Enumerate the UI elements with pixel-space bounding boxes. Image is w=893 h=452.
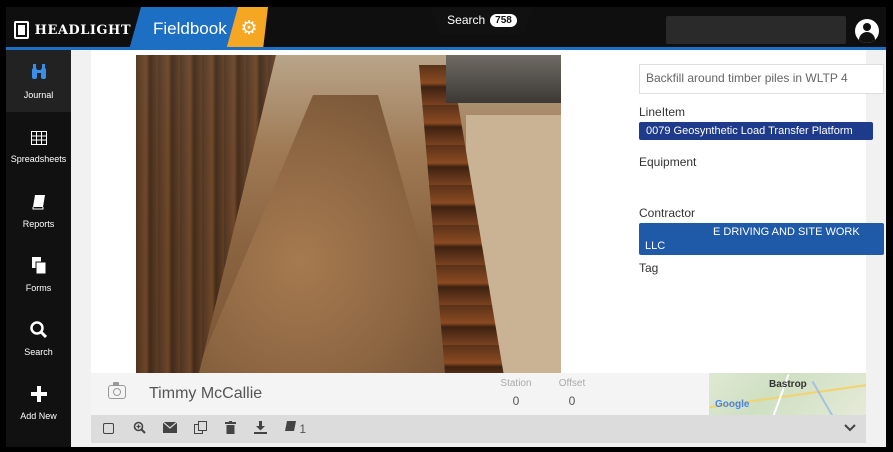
forms-icon [31,257,46,277]
contractor-name-line1: E DRIVING AND SITE WORK [713,226,860,238]
lineitem-label: LineItem [639,105,686,119]
trash-icon[interactable] [225,421,236,438]
search-tab-label: Search [447,13,486,27]
sidebar-item-journal[interactable]: Journal [6,50,71,112]
map-river [811,380,839,415]
search-results-tab[interactable]: Search 758 [430,7,534,33]
offset-value: 0 [568,394,576,408]
zoom-icon[interactable] [133,421,146,438]
lineitem-badge[interactable]: 0079 Geosynthetic Load Transfer Platform [639,122,873,140]
station-meta: Station 0 [491,378,541,408]
sidebar-item-reports[interactable]: Reports [6,180,71,242]
entry-photo[interactable] [136,55,561,373]
gear-icon: ⚙ [240,18,258,39]
headlight-logo[interactable]: HEADLIGHT [14,15,131,45]
search-icon [30,321,48,341]
entry-footer: Timmy McCallie Station 0 Offset 0 Bastro… [91,373,866,415]
select-checkbox[interactable] [103,423,114,434]
google-logo: Google [715,399,750,410]
chevron-down-icon[interactable] [844,420,856,435]
contractor-name-line2: LLC [645,240,666,252]
tag-label: Tag [639,261,659,275]
description-field[interactable]: Backfill around timber piles in WLTP 4 [639,64,884,94]
user-icon-body [859,32,875,43]
book-icon [32,194,46,213]
sidebar-label-journal: Journal [23,89,54,100]
sidebar: Journal Spreadsheets Reports Forms Searc… [6,50,71,447]
sidebar-label-forms: Forms [25,283,52,293]
station-label: Station [500,378,532,389]
offset-label: Offset [558,378,586,389]
sidebar-item-search[interactable]: Search [6,308,71,370]
grid-icon [30,130,47,148]
reports-count-value: 1 [299,422,307,436]
search-count-badge: 758 [490,13,517,27]
download-icon[interactable] [254,421,267,438]
reports-count[interactable]: 1 [284,421,306,437]
map-town-label: Bastrop [769,379,807,390]
report-book-icon [285,421,296,431]
contractor-badge[interactable]: E DRIVING AND SITE WORK LLC [639,223,884,255]
sidebar-label-reports: Reports [22,218,55,229]
plus-icon [30,385,47,405]
camera-icon[interactable] [108,382,126,399]
avatar[interactable] [855,19,879,43]
offset-meta: Offset 0 [547,378,597,408]
binoculars-icon [30,63,48,84]
user-icon [863,23,871,31]
logo-icon [14,21,29,39]
entry-action-bar: 1 [91,415,866,443]
sidebar-item-add-new[interactable]: Add New [6,372,71,434]
logo-text: HEADLIGHT [34,22,131,38]
sidebar-label-spreadsheets: Spreadsheets [10,153,67,164]
equipment-label: Equipment [639,155,697,169]
sidebar-item-spreadsheets[interactable]: Spreadsheets [6,116,71,178]
author-name: Timmy McCallie [149,385,263,402]
email-icon[interactable] [162,421,178,437]
app-title-tab[interactable]: Fieldbook [129,7,244,50]
sidebar-label-search: Search [24,347,53,357]
sidebar-label-add-new: Add New [20,410,57,421]
copy-icon[interactable] [194,421,207,438]
app-title: Fieldbook [153,18,227,38]
station-value: 0 [512,394,520,408]
app-window: HEADLIGHT Fieldbook ⚙ Journal Spreadshee… [6,7,886,447]
journal-main: Backfill around timber piles in WLTP 4 L… [71,50,886,447]
top-search-field[interactable] [666,16,846,44]
photo-machinery [446,55,561,103]
contractor-label: Contractor [639,206,696,220]
location-map[interactable]: Bastrop Google [709,373,866,415]
journal-entry-card[interactable]: Backfill around timber piles in WLTP 4 L… [91,50,884,373]
sidebar-item-forms[interactable]: Forms [6,244,71,306]
